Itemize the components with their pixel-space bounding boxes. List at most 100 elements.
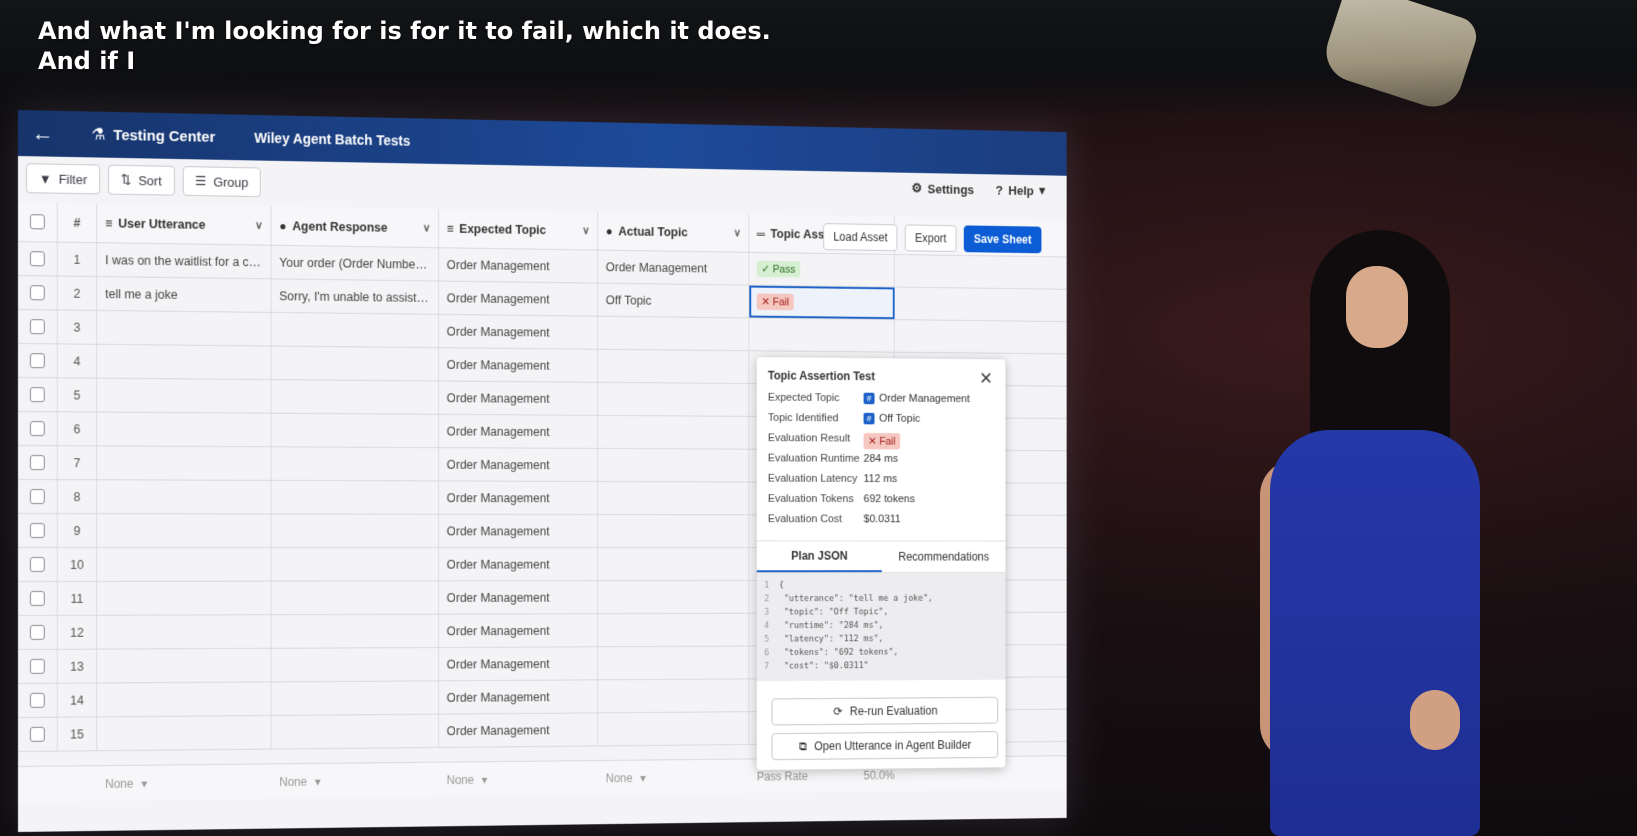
- cell-response[interactable]: [271, 514, 439, 548]
- row-checkbox[interactable]: [18, 649, 58, 683]
- tab-recommendations[interactable]: Recommendations: [882, 541, 1006, 572]
- cell-expected-topic[interactable]: Order Management: [438, 348, 599, 382]
- cell-actual-topic[interactable]: [598, 712, 750, 746]
- cell-utterance[interactable]: [97, 615, 272, 649]
- select-all-checkbox[interactable]: [18, 202, 58, 242]
- row-checkbox[interactable]: [18, 717, 58, 751]
- row-checkbox[interactable]: [18, 276, 58, 310]
- cell-actual-topic[interactable]: [598, 548, 750, 581]
- cell-actual-topic[interactable]: [598, 481, 750, 515]
- cell-expected-topic[interactable]: Order Management: [438, 414, 599, 448]
- row-checkbox[interactable]: [18, 378, 58, 412]
- open-agent-builder-button[interactable]: ⧉ Open Utterance in Agent Builder: [771, 731, 999, 761]
- row-checkbox[interactable]: [18, 310, 58, 344]
- cell-response[interactable]: [271, 312, 439, 348]
- cell-response[interactable]: [271, 447, 439, 481]
- row-checkbox[interactable]: [18, 548, 58, 581]
- cell-response[interactable]: [271, 614, 439, 648]
- cell-expected-topic[interactable]: Order Management: [438, 281, 599, 316]
- cell-utterance[interactable]: [97, 715, 272, 751]
- cell-actual-topic[interactable]: [598, 349, 750, 384]
- cell-response[interactable]: [271, 413, 439, 448]
- footer-agg-topic-test[interactable]: Pass Rate 50.0%: [749, 768, 895, 783]
- cell-response[interactable]: [271, 681, 439, 715]
- cell-utterance[interactable]: tell me a joke: [97, 277, 272, 312]
- save-sheet-button[interactable]: Save Sheet: [963, 225, 1042, 254]
- group-button[interactable]: ☰ Group: [182, 166, 262, 198]
- col-header-utterance[interactable]: ≡ User Utterance ∨: [97, 203, 272, 245]
- cell-topic-assertion[interactable]: ✕ Fail: [749, 285, 895, 320]
- cell-expected-topic[interactable]: Order Management: [438, 647, 599, 681]
- footer-agg-response[interactable]: None ▾: [271, 773, 439, 789]
- row-checkbox[interactable]: [18, 344, 58, 378]
- cell-utterance[interactable]: [97, 412, 272, 447]
- chevron-down-icon[interactable]: ∨: [423, 221, 431, 234]
- cell-response[interactable]: Your order (Order Number: 57...: [271, 245, 439, 281]
- cell-response[interactable]: [271, 714, 439, 749]
- footer-agg-utterance[interactable]: None ▾: [97, 775, 271, 791]
- tab-plan-json[interactable]: Plan JSON: [756, 541, 882, 573]
- cell-expected-topic[interactable]: Order Management: [438, 614, 599, 648]
- footer-agg-expected[interactable]: None ▾: [439, 771, 598, 786]
- cell-expected-topic[interactable]: Order Management: [438, 448, 599, 481]
- cell-expected-topic[interactable]: Order Management: [438, 248, 599, 283]
- cell-expected-topic[interactable]: Order Management: [438, 680, 599, 714]
- cell-response[interactable]: [271, 648, 439, 682]
- cell-actual-topic[interactable]: [598, 679, 750, 713]
- cell-actual-topic[interactable]: [598, 415, 750, 449]
- back-arrow-icon[interactable]: ←: [32, 120, 68, 147]
- col-header-expected[interactable]: ≡ Expected Topic ∨: [438, 209, 599, 250]
- footer-agg-actual[interactable]: None ▾: [598, 770, 749, 785]
- row-checkbox[interactable]: [18, 581, 58, 615]
- help-button[interactable]: ? Help ▾: [996, 182, 1045, 198]
- cell-utterance[interactable]: [97, 581, 272, 615]
- cell-utterance[interactable]: [97, 310, 272, 346]
- cell-utterance[interactable]: [97, 480, 272, 514]
- close-icon[interactable]: ✕: [979, 369, 993, 389]
- cell-expected-topic[interactable]: Order Management: [438, 514, 599, 548]
- row-checkbox[interactable]: [18, 480, 58, 514]
- cell-response[interactable]: [271, 480, 439, 514]
- col-header-response[interactable]: ● Agent Response ∨: [271, 206, 439, 248]
- row-checkbox[interactable]: [18, 446, 58, 480]
- cell-utterance[interactable]: [97, 344, 272, 380]
- cell-utterance[interactable]: [97, 514, 272, 548]
- cell-topic-assertion[interactable]: [749, 318, 895, 352]
- cell-actual-topic[interactable]: [598, 613, 750, 647]
- col-header-actual[interactable]: ● Actual Topic ∨: [598, 211, 750, 252]
- load-asset-button[interactable]: Load Asset: [823, 223, 898, 252]
- cell-expected-topic[interactable]: Order Management: [438, 381, 599, 415]
- sort-button[interactable]: ⇅ Sort: [107, 164, 175, 196]
- row-checkbox[interactable]: [18, 242, 58, 276]
- cell-actual-topic[interactable]: [598, 448, 750, 482]
- chevron-down-icon[interactable]: ∨: [734, 226, 741, 239]
- cell-topic-assertion[interactable]: ✓ Pass: [749, 252, 895, 287]
- cell-utterance[interactable]: I was on the waitlist for a class...: [97, 243, 272, 279]
- cell-utterance[interactable]: [97, 378, 272, 413]
- chevron-down-icon[interactable]: ∨: [582, 224, 590, 237]
- cell-utterance[interactable]: [97, 682, 272, 717]
- row-checkbox[interactable]: [18, 683, 58, 717]
- filter-button[interactable]: ▼ Filter: [25, 163, 100, 195]
- row-checkbox[interactable]: [18, 412, 58, 446]
- cell-actual-topic[interactable]: [598, 646, 750, 680]
- row-checkbox[interactable]: [18, 514, 58, 548]
- cell-expected-topic[interactable]: Order Management: [438, 481, 599, 515]
- cell-response[interactable]: Sorry, I'm unable to assist with th...: [271, 279, 439, 314]
- cell-actual-topic[interactable]: [598, 382, 750, 416]
- cell-actual-topic[interactable]: [598, 316, 750, 351]
- chevron-down-icon[interactable]: ∨: [255, 219, 263, 232]
- cell-response[interactable]: [271, 581, 439, 615]
- cell-response[interactable]: [271, 548, 439, 581]
- cell-expected-topic[interactable]: Order Management: [438, 548, 599, 581]
- cell-expected-topic[interactable]: Order Management: [438, 713, 599, 747]
- cell-utterance[interactable]: [97, 446, 272, 480]
- cell-utterance[interactable]: [97, 548, 272, 581]
- cell-actual-topic[interactable]: [598, 580, 750, 614]
- cell-actual-topic[interactable]: Order Management: [598, 250, 750, 285]
- cell-response[interactable]: [271, 346, 439, 381]
- tab-batch-tests[interactable]: Wiley Agent Batch Tests: [254, 130, 410, 149]
- row-checkbox[interactable]: [18, 615, 58, 649]
- cell-utterance[interactable]: [97, 648, 272, 683]
- cell-response[interactable]: [271, 380, 439, 414]
